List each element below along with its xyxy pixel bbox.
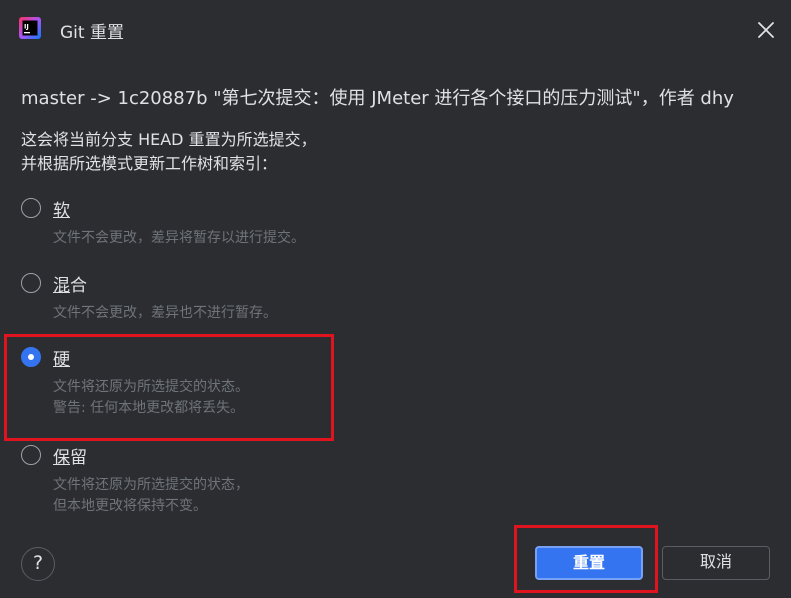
description-line-2: 并根据所选模式更新工作树和索引： bbox=[21, 154, 278, 173]
dialog-title: Git 重置 bbox=[60, 23, 124, 43]
reset-description: 这会将当前分支 HEAD 重置为所选提交， 并根据所选模式更新工作树和索引： bbox=[21, 128, 317, 176]
option-hard-mnemonic: 硬 bbox=[53, 350, 70, 370]
option-keep-mnemonic: 保 bbox=[53, 448, 70, 468]
reset-button[interactable]: 重置 bbox=[535, 546, 643, 580]
option-hard-hint-line-2: 警告: 任何本地更改都将丢失。 bbox=[53, 400, 245, 416]
option-hard-hint-line-1: 文件将还原为所选提交的状态。 bbox=[53, 379, 249, 395]
option-keep-hint-line-1: 文件将还原为所选提交的状态， bbox=[53, 477, 249, 493]
close-icon[interactable] bbox=[754, 18, 778, 42]
option-hard-label[interactable]: 硬 bbox=[53, 345, 70, 370]
radio-keep[interactable] bbox=[21, 445, 41, 465]
option-mixed-hint: 文件不会更改，差异也不进行暂存。 bbox=[53, 303, 277, 324]
option-mixed-hint-line-1: 文件不会更改，差异也不进行暂存。 bbox=[53, 305, 277, 321]
option-hard-hint: 文件将还原为所选提交的状态。 警告: 任何本地更改都将丢失。 bbox=[53, 377, 249, 419]
option-keep-label-rest: 留 bbox=[70, 448, 87, 468]
option-soft-hint: 文件不会更改，差异将暂存以进行提交。 bbox=[53, 228, 305, 249]
git-reset-dialog: IJ Git 重置 master -> 1c20887b "第七次提交：使用 J… bbox=[0, 0, 791, 598]
option-mixed-mnemonic: 混 bbox=[53, 276, 70, 296]
svg-text:IJ: IJ bbox=[24, 23, 29, 31]
description-line-1: 这会将当前分支 HEAD 重置为所选提交， bbox=[21, 130, 317, 149]
intellij-idea-icon: IJ bbox=[19, 17, 41, 39]
commit-summary: master -> 1c20887b "第七次提交：使用 JMeter 进行各个… bbox=[21, 88, 734, 109]
option-soft-label[interactable]: 软 bbox=[53, 196, 70, 221]
radio-hard[interactable] bbox=[21, 347, 41, 367]
option-mixed-label-rest: 合 bbox=[70, 276, 87, 296]
option-keep-hint: 文件将还原为所选提交的状态， 但本地更改将保持不变。 bbox=[53, 475, 249, 517]
radio-soft[interactable] bbox=[21, 198, 41, 218]
radio-mixed[interactable] bbox=[21, 273, 41, 293]
option-soft-hint-line-1: 文件不会更改，差异将暂存以进行提交。 bbox=[53, 230, 305, 246]
title-bar: IJ Git 重置 bbox=[0, 0, 791, 60]
option-keep-label[interactable]: 保留 bbox=[53, 443, 87, 468]
help-button[interactable]: ? bbox=[21, 547, 55, 581]
option-soft-mnemonic: 软 bbox=[53, 201, 70, 221]
option-keep-hint-line-2: 但本地更改将保持不变。 bbox=[53, 498, 207, 514]
option-mixed-label[interactable]: 混合 bbox=[53, 271, 87, 296]
cancel-button[interactable]: 取消 bbox=[662, 546, 770, 580]
